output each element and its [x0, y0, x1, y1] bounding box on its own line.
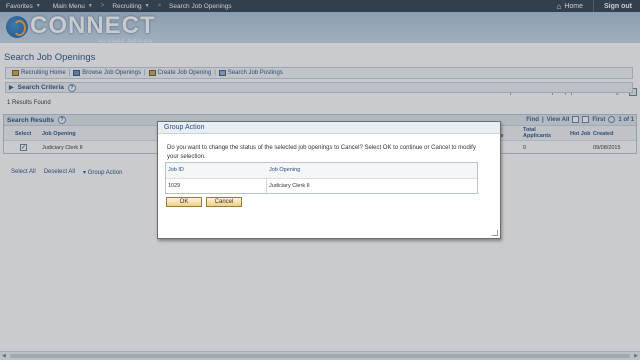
dialog-buttons: OK Cancel — [166, 197, 246, 207]
dialog-col-job-id: Job ID — [168, 167, 184, 173]
group-action-dialog: Group Action Do you want to change the s… — [157, 121, 501, 239]
dialog-title: Group Action — [158, 122, 500, 134]
resize-handle-icon[interactable] — [492, 230, 498, 236]
table-row: 1029 Judiciary Clerk II — [166, 178, 477, 193]
cancel-button[interactable]: Cancel — [206, 197, 242, 207]
dialog-table-header: Job ID Job Opening — [166, 163, 477, 178]
dialog-message: Do you want to change the status of the … — [167, 145, 476, 160]
ok-button[interactable]: OK — [166, 197, 202, 207]
dialog-job-id: 1029 — [168, 183, 181, 189]
dialog-job-opening: Judiciary Clerk II — [269, 183, 310, 189]
dialog-col-job-opening: Job Opening — [269, 167, 301, 173]
dialog-table: Job ID Job Opening 1029 Judiciary Clerk … — [165, 162, 478, 194]
